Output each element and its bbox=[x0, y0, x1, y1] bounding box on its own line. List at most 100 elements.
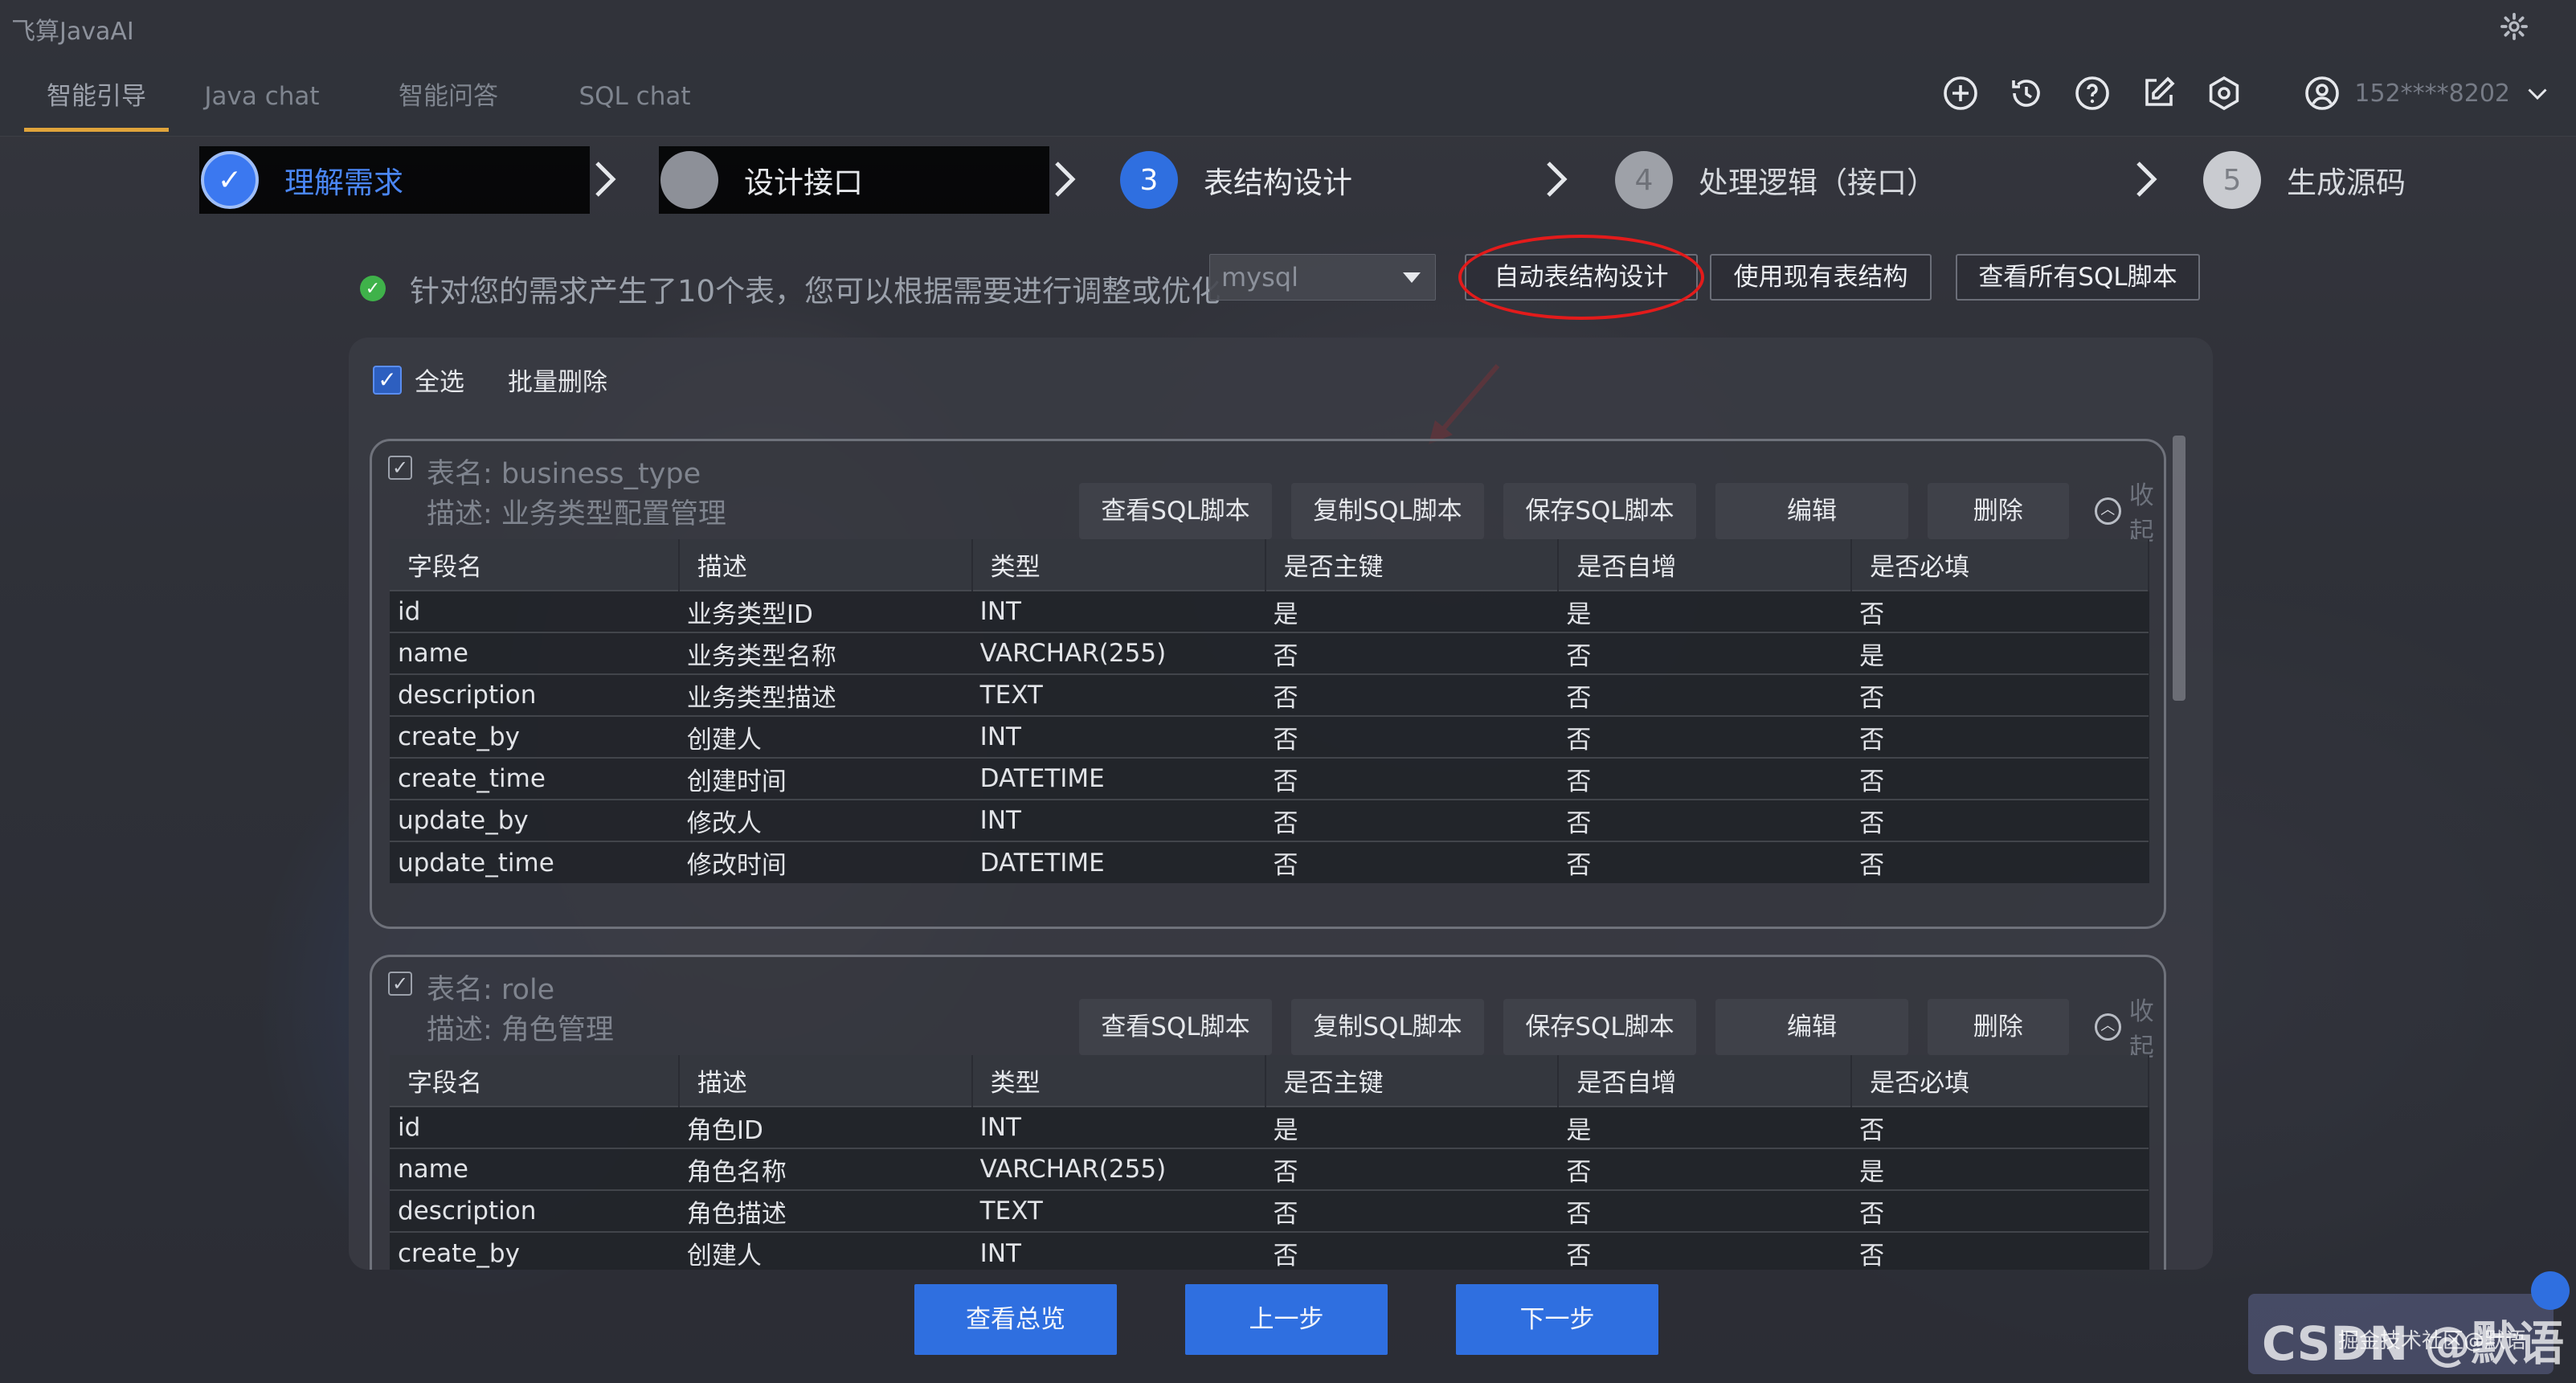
scrollbar[interactable] bbox=[2173, 436, 2186, 701]
step-understand[interactable]: ✓ 理解需求 bbox=[199, 146, 590, 214]
use-existing-button[interactable]: 使用现有表结构 bbox=[1710, 254, 1932, 301]
check-icon: ✓ bbox=[201, 151, 259, 209]
view-all-sql-button[interactable]: 查看所有SQL脚本 bbox=[1956, 254, 2200, 301]
table-cell: 否 bbox=[1851, 673, 2149, 716]
column-header: 是否必填 bbox=[1851, 1055, 2149, 1107]
batch-delete-button[interactable]: 批量删除 bbox=[508, 362, 607, 398]
tab-sql-chat[interactable]: SQL chat bbox=[542, 74, 728, 132]
table-cell: id bbox=[390, 1106, 679, 1148]
table-row: id 角色ID INT 是是否 bbox=[390, 1106, 2149, 1148]
table-header-row: 字段名 描述 类型 是否主键 是否自增 是否必填 bbox=[390, 539, 2149, 591]
settings-hex-icon[interactable] bbox=[2205, 74, 2243, 113]
select-all-row: ✓ 全选 批量删除 bbox=[373, 362, 607, 398]
table-cell: 是 bbox=[1851, 1148, 2149, 1190]
copy-sql-button[interactable]: 复制SQL脚本 bbox=[1291, 999, 1484, 1055]
column-header: 描述 bbox=[678, 1055, 973, 1107]
table-design-panel: ✓ 全选 批量删除 ✓ 表名: business_type 描述: 业务类型配置… bbox=[349, 338, 2213, 1270]
user-phone: 152****8202 bbox=[2354, 79, 2510, 108]
delete-button[interactable]: 删除 bbox=[1928, 483, 2069, 539]
step-design-api[interactable]: 设计接口 bbox=[659, 146, 1049, 214]
table-cell: TEXT bbox=[971, 1189, 1266, 1232]
user-avatar-icon bbox=[2305, 76, 2340, 110]
watermark-subtext: 掘金技术社区@默语 bbox=[2338, 1329, 2527, 1353]
table-card: ✓ 表名: business_type 描述: 业务类型配置管理 查看SQL脚本… bbox=[370, 439, 2166, 929]
column-header: 类型 bbox=[971, 1055, 1266, 1107]
view-overview-button[interactable]: 查看总览 bbox=[914, 1284, 1117, 1355]
table-row: description 业务类型描述 TEXT 否否否 bbox=[390, 673, 2149, 716]
table-cell: 否 bbox=[1558, 1148, 1852, 1190]
check-circle-icon: ✓ bbox=[360, 276, 386, 301]
database-select[interactable]: mysql bbox=[1209, 254, 1436, 301]
caret-down-icon bbox=[1403, 272, 1421, 283]
help-icon[interactable] bbox=[2073, 74, 2112, 113]
table-cell: INT bbox=[971, 1106, 1266, 1148]
table-cell: 否 bbox=[1851, 841, 2149, 883]
select-all-label[interactable]: 全选 bbox=[415, 362, 464, 398]
table-description: 描述: 业务类型配置管理 bbox=[427, 498, 726, 530]
table-cell: 业务类型描述 bbox=[678, 673, 972, 716]
table-cell: name bbox=[390, 632, 679, 674]
step-logic[interactable]: 4 处理逻辑（接口） bbox=[1613, 146, 2096, 214]
prev-step-button[interactable]: 上一步 bbox=[1185, 1284, 1388, 1355]
collapse-label: 收起 bbox=[2128, 481, 2154, 546]
edit-button[interactable]: 编辑 bbox=[1715, 483, 1908, 539]
table-cell: update_time bbox=[390, 841, 679, 883]
table-cell: VARCHAR(255) bbox=[971, 632, 1266, 674]
step-label: 设计接口 bbox=[744, 166, 863, 200]
table-cell: name bbox=[390, 1148, 679, 1190]
tab-smart-guide[interactable]: 智能引导 bbox=[24, 74, 169, 132]
table-cell: 是 bbox=[1558, 590, 1852, 632]
edit-button[interactable]: 编辑 bbox=[1715, 999, 1908, 1055]
table-cell: create_by bbox=[390, 1231, 679, 1270]
copy-sql-button[interactable]: 复制SQL脚本 bbox=[1291, 483, 1484, 539]
table-checkbox[interactable]: ✓ bbox=[388, 972, 412, 996]
table-checkbox[interactable]: ✓ bbox=[388, 456, 412, 480]
collapse-button[interactable]: ︿ 收起 bbox=[2094, 475, 2177, 547]
table-cell: INT bbox=[971, 715, 1266, 758]
table-cell: 否 bbox=[1558, 841, 1852, 883]
table-cell: update_by bbox=[390, 799, 679, 841]
save-sql-button[interactable]: 保存SQL脚本 bbox=[1503, 999, 1696, 1055]
highlight-ellipse bbox=[1458, 235, 1704, 320]
view-sql-button[interactable]: 查看SQL脚本 bbox=[1079, 483, 1272, 539]
table-cell: 业务类型名称 bbox=[678, 632, 972, 674]
gear-icon[interactable] bbox=[2499, 11, 2529, 42]
table-cell: 否 bbox=[1558, 757, 1852, 800]
top-actions: 152****8202 bbox=[1941, 74, 2552, 113]
add-circle-icon[interactable] bbox=[1941, 74, 1980, 113]
next-step-button[interactable]: 下一步 bbox=[1456, 1284, 1658, 1355]
table-row: update_time 修改时间 DATETIME 否否否 bbox=[390, 841, 2149, 883]
floating-assistant-button[interactable] bbox=[2531, 1271, 2570, 1310]
fields-table: 字段名 描述 类型 是否主键 是否自增 是否必填 id 业务类型ID INT 是是否 n… bbox=[390, 539, 2149, 883]
column-header: 描述 bbox=[678, 539, 973, 591]
view-sql-button[interactable]: 查看SQL脚本 bbox=[1079, 999, 1272, 1055]
table-name: 表名: role bbox=[427, 974, 555, 1006]
table-cell: id bbox=[390, 590, 679, 632]
step-generate-code[interactable]: 5 生成源码 bbox=[2202, 146, 2523, 214]
history-icon[interactable] bbox=[2007, 74, 2046, 113]
chevron-up-icon: ︿ bbox=[2094, 497, 2121, 525]
user-menu[interactable]: 152****8202 bbox=[2303, 74, 2552, 113]
card-actions: 查看SQL脚本 复制SQL脚本 保存SQL脚本 编辑 删除 ︿ 收起 bbox=[1079, 475, 2177, 547]
table-cell: 是 bbox=[1851, 632, 2149, 674]
save-sql-button[interactable]: 保存SQL脚本 bbox=[1503, 483, 1696, 539]
chevron-right-icon bbox=[2136, 162, 2157, 197]
title-bar: 飞算JavaAI 智能引导 Java chat 智能问答 SQL chat 15… bbox=[0, 0, 2576, 137]
table-cell: 否 bbox=[1265, 715, 1559, 758]
table-description: 描述: 角色管理 bbox=[427, 1014, 614, 1046]
table-row: create_by 创建人 INT 否否否 bbox=[390, 1231, 2149, 1270]
tab-java-chat[interactable]: Java chat bbox=[169, 74, 355, 132]
table-cell: 否 bbox=[1558, 1189, 1852, 1232]
collapse-button[interactable]: ︿ 收起 bbox=[2094, 991, 2177, 1063]
table-cell: DATETIME bbox=[971, 841, 1266, 883]
column-header: 是否自增 bbox=[1558, 539, 1853, 591]
edit-icon[interactable] bbox=[2139, 74, 2177, 113]
table-name: 表名: business_type bbox=[427, 458, 701, 490]
step-label: 理解需求 bbox=[284, 166, 403, 200]
delete-button[interactable]: 删除 bbox=[1928, 999, 2069, 1055]
table-cell: 业务类型ID bbox=[678, 590, 972, 632]
select-all-checkbox[interactable]: ✓ bbox=[373, 365, 402, 395]
tab-smart-qa[interactable]: 智能问答 bbox=[355, 74, 542, 132]
step-table-design[interactable]: 3 表结构设计 bbox=[1118, 146, 1520, 214]
column-header: 是否自增 bbox=[1558, 1055, 1853, 1107]
